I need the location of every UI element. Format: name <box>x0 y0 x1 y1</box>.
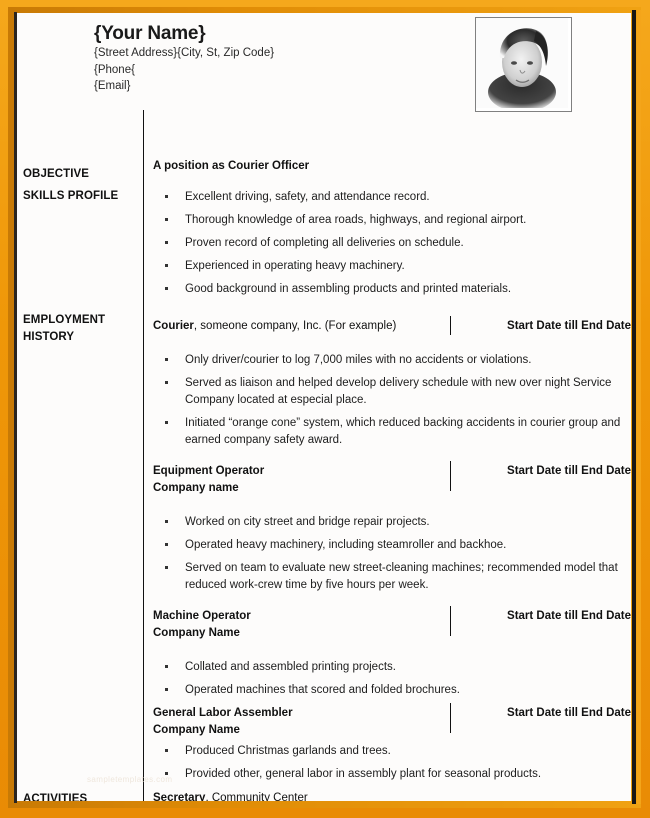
bullet-dot-icon <box>165 566 168 569</box>
date-divider-tick <box>450 703 451 733</box>
page-border-frame: {Your Name} {Street Address}{City, St, Z… <box>0 0 650 818</box>
objective-text: A position as Courier Officer <box>153 160 310 172</box>
date-divider-tick <box>450 316 451 335</box>
section-label-column: OBJECTIVE SKILLS PROFILE EMPLOYMENT HISTORY… <box>17 13 143 801</box>
job-entry-header: General Labor Assembler Start Date till E… <box>153 705 631 721</box>
portrait-photo <box>475 17 572 112</box>
bullet-text: Thorough knowledge of area roads, highwa… <box>185 214 527 226</box>
border-edge-right-warm <box>637 10 641 804</box>
bullet-text: Proven record of completing all deliveri… <box>185 237 464 249</box>
bullet-item: Served as liaison and helped develop del… <box>153 375 631 409</box>
job-entry-header: Machine Operator Start Date till End Date <box>153 608 631 624</box>
bullet-item: Operated machines that scored and folded… <box>153 682 631 699</box>
bullet-item: Produced Christmas garlands and trees. <box>153 743 631 760</box>
bullet-text: Initiated “orange cone” system, which re… <box>185 417 621 446</box>
bullet-dot-icon <box>165 264 168 267</box>
bullet-item: Good background in assembling products a… <box>153 281 631 298</box>
identity-block: {Your Name} {Street Address}{City, St, Z… <box>94 23 424 95</box>
bullet-text: Operated machines that scored and folded… <box>185 684 460 696</box>
bullet-item: Proven record of completing all deliveri… <box>153 235 631 252</box>
bullet-dot-icon <box>165 218 168 221</box>
border-edge-right-dark <box>632 10 636 804</box>
bullet-text: Collated and assembled printing projects… <box>185 661 396 673</box>
job-date-range: Start Date till End Date <box>507 465 631 477</box>
section-label: OBJECTIVE <box>23 168 90 180</box>
resume-page: {Your Name} {Street Address}{City, St, Z… <box>17 13 631 801</box>
job-title: Courier <box>153 320 194 332</box>
resume-content-column: A position as Courier Officer Excellent d… <box>143 110 631 801</box>
bullet-dot-icon <box>165 358 168 361</box>
bullet-item: Provided other, general labor in assembl… <box>153 766 631 783</box>
job-company-inline: , someone company, Inc. (For example) <box>193 320 397 332</box>
date-divider-tick <box>450 461 451 491</box>
job-title: General Labor Assembler <box>153 707 293 719</box>
bullet-text: Served on team to evaluate new street-cl… <box>185 562 618 591</box>
section-label: HISTORY <box>23 331 75 343</box>
bullet-item: Excellent driving, safety, and attendanc… <box>153 189 631 206</box>
section-label: EMPLOYMENT <box>23 314 106 326</box>
applicant-address: {Street Address}{City, St, Zip Code} <box>94 47 275 59</box>
bullet-item: Experienced in operating heavy machinery… <box>153 258 631 275</box>
job-entry-header: Courier, someone company, Inc. (For exam… <box>153 318 631 334</box>
job-company-name: Company name <box>153 482 239 494</box>
bullet-dot-icon <box>165 749 168 752</box>
job-title: Machine Operator <box>153 610 251 622</box>
job-date-range: Start Date till End Date <box>507 707 631 719</box>
bullet-text: Worked on city street and bridge repair … <box>185 516 430 528</box>
job-date-range: Start Date till End Date <box>507 610 631 622</box>
bullet-dot-icon <box>165 688 168 691</box>
bullet-dot-icon <box>165 241 168 244</box>
bullet-dot-icon <box>165 381 168 384</box>
bullet-text: Experienced in operating heavy machinery… <box>185 260 405 272</box>
date-divider-tick <box>450 606 451 636</box>
section-label: ACTIVITIES <box>23 793 88 801</box>
activities-entry: Secretary, Community Center <box>153 792 308 801</box>
bullet-item: Worked on city street and bridge repair … <box>153 514 631 531</box>
site-watermark: sampletemplates.com <box>87 775 173 784</box>
applicant-name: {Your Name} <box>94 23 206 44</box>
bullet-item: Initiated “orange cone” system, which re… <box>153 415 631 449</box>
bullet-item: Collated and assembled printing projects… <box>153 659 631 676</box>
bullet-item: Operated heavy machinery, including stea… <box>153 537 631 554</box>
bullet-text: Good background in assembling products a… <box>185 283 512 295</box>
bullet-item: Served on team to evaluate new street-cl… <box>153 560 631 594</box>
job-date-range: Start Date till End Date <box>507 320 631 332</box>
section-label: SKILLS PROFILE <box>23 190 119 202</box>
bullet-dot-icon <box>165 665 168 668</box>
activities-role: Secretary <box>153 792 206 801</box>
bullet-text: Only driver/courier to log 7,000 miles w… <box>185 354 532 366</box>
bullet-item: Thorough knowledge of area roads, highwa… <box>153 212 631 229</box>
bullet-text: Served as liaison and helped develop del… <box>185 377 612 406</box>
bullet-dot-icon <box>165 195 168 198</box>
activities-organization: , Community Center <box>205 792 308 801</box>
applicant-email: {Email} <box>94 80 131 92</box>
applicant-phone: {Phone{ <box>94 63 135 76</box>
bullet-dot-icon <box>165 287 168 290</box>
job-company-name: Company Name <box>153 724 240 736</box>
bullet-item: Only driver/courier to log 7,000 miles w… <box>153 352 631 369</box>
bullet-dot-icon <box>165 520 168 523</box>
bullet-dot-icon <box>165 421 168 424</box>
bullet-dot-icon <box>165 543 168 546</box>
job-title: Equipment Operator <box>153 465 265 477</box>
bullet-text: Produced Christmas garlands and trees. <box>185 745 391 757</box>
job-company-name: Company Name <box>153 627 240 639</box>
bullet-text: Excellent driving, safety, and attendanc… <box>185 191 430 203</box>
bullet-text: Provided other, general labor in assembl… <box>185 768 542 780</box>
bullet-text: Operated heavy machinery, including stea… <box>185 539 507 551</box>
job-entry-header: Equipment Operator Start Date till End Da… <box>153 463 631 479</box>
